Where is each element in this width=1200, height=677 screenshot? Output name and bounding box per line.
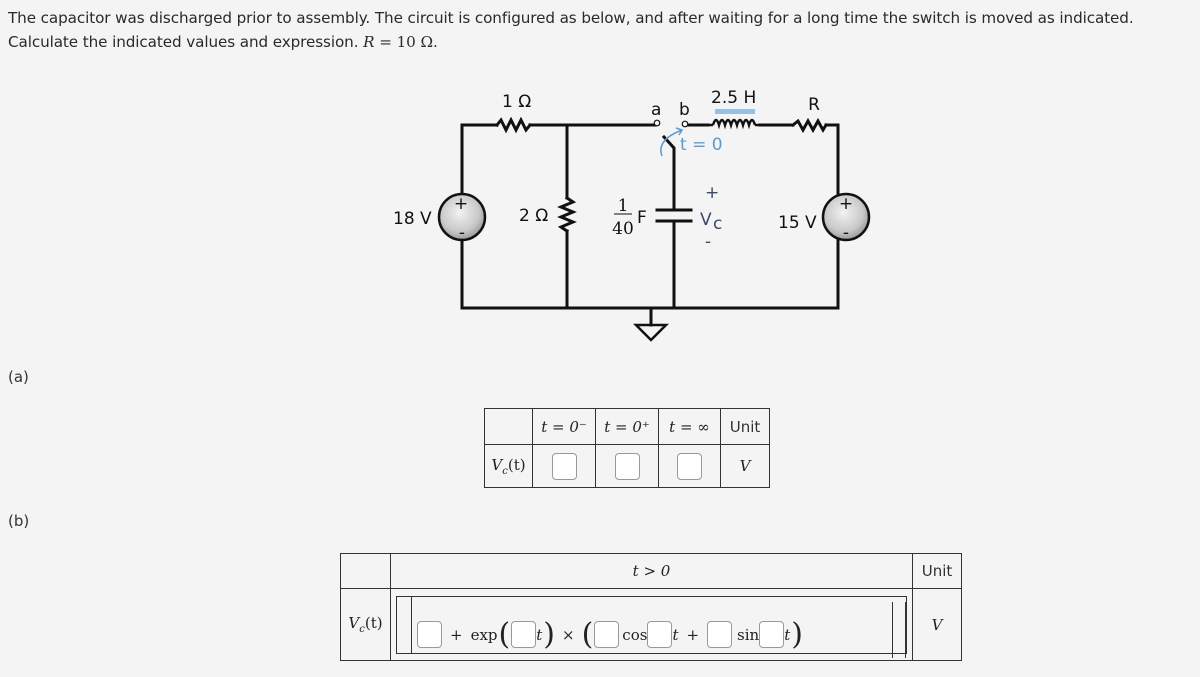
expression-container: + exp ( t ) × ( cos t + sin t)	[396, 595, 907, 658]
sin-frequency-input[interactable]	[759, 621, 785, 648]
header-t0-plus: t = 0⁺	[595, 408, 659, 445]
table-a-header-row: t = 0⁻ t = 0⁺ t = ∞ Unit	[484, 408, 770, 445]
part-a-label: (a)	[8, 368, 29, 386]
header-empty	[340, 553, 391, 589]
exp-coefficient-input[interactable]	[511, 621, 537, 648]
vc-expression: + exp ( t ) × ( cos t + sin t)	[412, 597, 906, 663]
circuit-diagram: + - 18 V + - 15 V 1 Ω 2 Ω R 2.5 H a b t …	[393, 88, 871, 342]
source-18v-label: 18 V	[393, 209, 432, 229]
resistor-2ohm-label: 2 Ω	[519, 206, 548, 226]
vc-sub: c	[713, 214, 722, 234]
resistor-R-label: R	[808, 95, 820, 115]
vc-t-inf-input[interactable]	[677, 452, 702, 480]
inductor-label: 2.5 H	[711, 88, 756, 108]
capacitor-unit: F	[637, 208, 647, 228]
vc-t0-plus-input[interactable]	[614, 452, 640, 480]
source-15v-minus: -	[843, 223, 849, 243]
row-label-vc: Vc(t)	[484, 444, 533, 488]
switch-time-label: t = 0	[680, 135, 723, 155]
constant-term-input[interactable]	[417, 621, 442, 648]
header-unit: Unit	[720, 408, 770, 445]
resistor-R-zigzag	[790, 117, 829, 134]
wire-left-top	[460, 123, 499, 196]
capacitor-value-denominator: 40	[612, 219, 634, 239]
switch-label-b: b	[679, 100, 690, 120]
table-part-a: t = 0⁻ t = 0⁺ t = ∞ Unit Vc(t) V	[484, 408, 770, 488]
switch-terminal-b	[681, 120, 689, 128]
vc-t0-minus-input[interactable]	[551, 452, 577, 480]
header-empty	[484, 408, 533, 445]
inductor-coil	[708, 118, 760, 130]
table-part-b: t > 0 Unit Vc(t) + exp ( t ) × ( cos t +…	[340, 553, 962, 661]
sin-function: sin	[737, 625, 760, 644]
unit-volts: V	[720, 444, 770, 488]
times-sign: ×	[562, 625, 575, 644]
resistor-1ohm-label: 1 Ω	[502, 92, 531, 112]
source-15v-label: 15 V	[778, 213, 817, 233]
source-18v-plus: +	[454, 194, 468, 214]
vc-label: V	[700, 210, 712, 230]
resistor-1ohm-zigzag	[494, 116, 533, 134]
table-b-row-vc: Vc(t) + exp ( t ) × ( cos t + sin t) V	[340, 588, 962, 661]
source-15v-plus: +	[839, 194, 853, 214]
row-label-vc: Vc(t)	[340, 588, 391, 661]
table-a-row-vc: Vc(t) V	[484, 444, 770, 488]
plus-sign: +	[450, 625, 463, 644]
header-t-gt-0: t > 0	[390, 553, 913, 589]
cos-frequency-input[interactable]	[647, 621, 673, 648]
plus-sign-2: +	[686, 625, 700, 644]
ground-icon	[632, 323, 670, 342]
resistor-2ohm-zigzag	[557, 195, 577, 234]
vc-minus: -	[705, 232, 711, 252]
header-t-inf: t = ∞	[658, 408, 721, 445]
switch-label-a: a	[651, 100, 661, 120]
table-b-header-row: t > 0 Unit	[340, 553, 962, 589]
header-t0-minus: t = 0⁻	[532, 408, 596, 445]
switch-terminal-a	[653, 119, 661, 127]
header-unit: Unit	[912, 553, 962, 589]
part-b-label: (b)	[8, 512, 30, 530]
cos-function: cos	[622, 625, 648, 644]
unit-volts: V	[912, 588, 962, 661]
exp-function: exp	[470, 625, 498, 644]
capacitor-value-numerator: 1	[618, 196, 629, 216]
source-18v-minus: -	[459, 223, 465, 243]
cos-amplitude-input[interactable]	[594, 621, 620, 648]
vc-plus: +	[705, 183, 719, 203]
inductor-highlight	[715, 109, 755, 114]
sin-amplitude-input[interactable]	[707, 621, 733, 648]
